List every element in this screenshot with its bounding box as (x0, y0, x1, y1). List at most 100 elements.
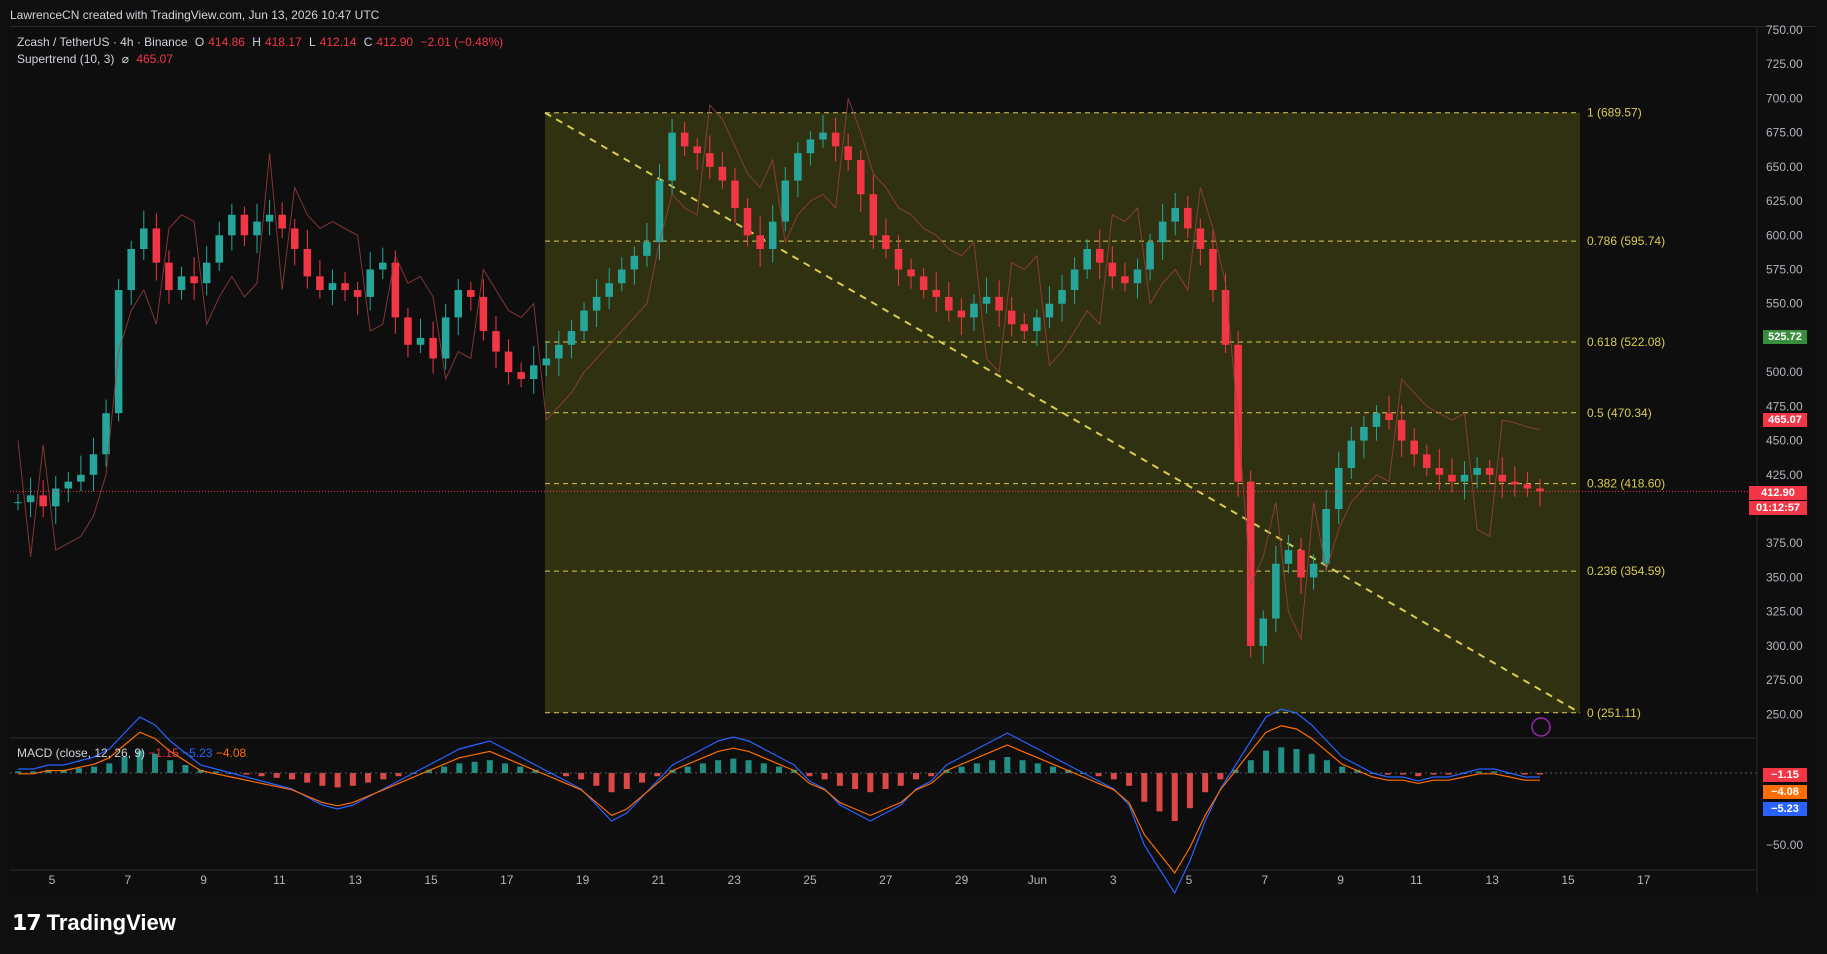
candle-body (945, 296, 953, 311)
macd-histogram-bar (441, 766, 448, 773)
candle-body (1121, 276, 1129, 284)
time-tick-label: 5 (49, 873, 56, 887)
candle-body (416, 337, 425, 345)
price-tick-label: 500.00 (1766, 365, 1803, 379)
macd-histogram-bar (1202, 773, 1209, 793)
candle-body (1020, 324, 1029, 332)
macd-histogram-bar (456, 763, 463, 773)
candle-body (1033, 317, 1041, 332)
macd-histogram-bar (167, 760, 174, 773)
candle-body (1397, 420, 1406, 441)
candle-body (1511, 481, 1519, 485)
macd-histogram-bar (1308, 753, 1315, 773)
price-tick-label: 650.00 (1766, 160, 1803, 174)
symbol-title[interactable]: Zcash / TetherUS · 4h · Binance (17, 35, 188, 49)
time-tick-label: 13 (1486, 873, 1500, 887)
macd-histogram-bar (958, 766, 965, 773)
candle-body (467, 290, 475, 297)
settings-icon[interactable]: ⌀ (122, 52, 129, 66)
candle-body (1460, 474, 1469, 482)
macd-histogram-bar (1019, 760, 1026, 773)
macd-value-2: −5.23 (182, 746, 213, 760)
candle-body (756, 235, 764, 249)
price-tick-label: 625.00 (1766, 194, 1803, 208)
macd-histogram-bar (821, 773, 828, 780)
candle-body (1158, 221, 1167, 243)
macd-histogram-bar (745, 760, 752, 773)
macd-histogram-bar (1034, 763, 1041, 773)
macd-histogram-bar (1141, 773, 1148, 802)
change-value: −2.01 (−0.48%) (420, 35, 504, 49)
fib-label: 0.5 (470.34) (1587, 406, 1652, 420)
macd-legend: MACD (close, 12, 26, 9) −1.15 −5.23 −4.0… (17, 746, 246, 760)
macd-histogram-bar (623, 773, 630, 789)
time-tick-label: 27 (879, 873, 893, 887)
candle-body (882, 235, 890, 249)
high-label: H (252, 35, 261, 49)
candle-body (479, 296, 488, 332)
candle-body (26, 495, 35, 503)
candle-body (693, 146, 702, 154)
candle-body (517, 372, 525, 379)
candle-body (982, 296, 991, 304)
macd-histogram-bar (760, 763, 767, 773)
price-tick-label: 275.00 (1766, 673, 1803, 687)
macd-value-3: −4.08 (215, 746, 247, 760)
price-tick-label: 675.00 (1766, 126, 1803, 140)
macd-histogram-bar (1004, 757, 1011, 773)
close-label: C (363, 35, 373, 49)
time-tick-label: 5 (1186, 873, 1193, 887)
supertrend-label[interactable]: Supertrend (10, 3) (17, 52, 114, 66)
candle-body (806, 139, 815, 154)
price-tick-label: 700.00 (1766, 91, 1803, 105)
candle-body (718, 166, 727, 181)
open-label: O (194, 35, 205, 49)
macd-badge-3: −5.23 (1763, 802, 1807, 816)
macd-histogram-bar (578, 773, 585, 780)
candle-body (1498, 474, 1507, 482)
time-tick-label: 11 (273, 873, 286, 887)
candle-body (504, 351, 513, 373)
macd-histogram-bar (91, 766, 98, 773)
candle-body (379, 262, 387, 270)
candle-body (152, 228, 161, 263)
fib-label: 0.236 (354.59) (1587, 564, 1665, 578)
macd-histogram-bar (349, 773, 356, 786)
price-chart[interactable]: 1 (689.57) 0.786 (595.74) 0.618 (522.08) 0.… (0, 0, 1827, 954)
tradingview-logo-icon[interactable]: 𝟭𝟳 (12, 910, 42, 936)
price-tick-label: 325.00 (1766, 605, 1803, 619)
time-tick-label: 11 (1410, 873, 1423, 887)
candle-body (592, 296, 601, 311)
candle-body (706, 153, 714, 167)
macd-badge-1: −1.15 (1763, 768, 1807, 782)
candle-body (1171, 207, 1179, 222)
macd-histogram-bar (1156, 773, 1163, 812)
candle-body (957, 310, 966, 318)
price-tick-label: 550.00 (1766, 297, 1803, 311)
macd-histogram-bar (1217, 773, 1224, 780)
macd-histogram-bar (1263, 750, 1270, 773)
time-tick-label: 15 (1561, 873, 1575, 887)
candle-body (202, 262, 211, 284)
candle-body (1297, 550, 1305, 578)
candle-body (1435, 467, 1444, 475)
tradingview-brand[interactable]: TradingView (47, 910, 176, 936)
time-tick-label: 13 (349, 873, 363, 887)
candle-body (240, 214, 249, 236)
candle-body (907, 269, 915, 277)
candle-body (643, 242, 651, 256)
candle-body (919, 276, 928, 291)
candle-body (1485, 467, 1494, 475)
candle-body (89, 454, 98, 475)
candle-body (1184, 207, 1192, 229)
macd-label[interactable]: MACD (close, 12, 26, 9) (17, 746, 145, 760)
candle-body (328, 283, 337, 291)
candle-body (781, 180, 790, 222)
time-tick-label: 23 (728, 873, 742, 887)
candle-body (731, 180, 739, 208)
macd-histogram-bar (288, 773, 295, 780)
signal-line (18, 725, 1540, 875)
time-tick-label: 25 (803, 873, 817, 887)
candle-body (1385, 413, 1393, 421)
macd-histogram-bar (684, 766, 691, 773)
